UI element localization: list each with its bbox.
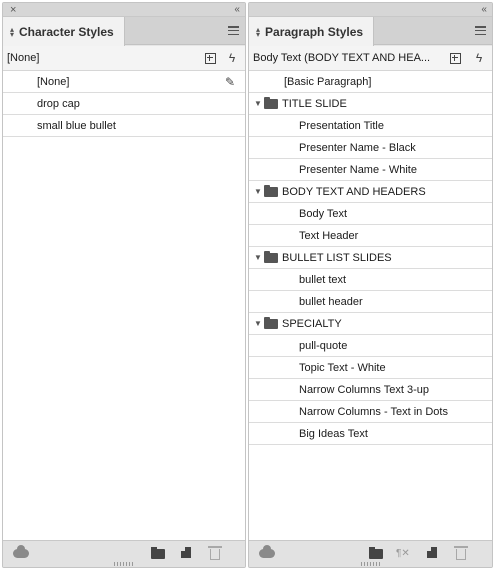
panel-tab-bar: ▴ ▾ Paragraph Styles <box>249 17 492 46</box>
collapse-icon[interactable]: ‹‹ <box>234 3 240 16</box>
tab-paragraph-styles[interactable]: ▴ ▾ Paragraph Styles <box>249 17 375 46</box>
list-item[interactable]: Presentation Title <box>249 115 492 137</box>
character-styles-list: [None] ϟ [None] ✎ drop cap small blue bu… <box>3 46 245 540</box>
character-styles-panel: × ‹‹ ▴ ▾ Character Styles [None] ϟ [None]… <box>2 2 246 568</box>
style-label: bullet text <box>299 273 347 286</box>
group-label: BODY TEXT AND HEADERS <box>282 185 426 198</box>
new-style-icon[interactable] <box>181 547 191 558</box>
list-item[interactable]: Narrow Columns Text 3-up <box>249 379 492 401</box>
current-style-name: [None] <box>7 52 40 64</box>
panel-footer <box>3 540 245 567</box>
delete-icon[interactable] <box>208 546 222 560</box>
panel-menu-icon[interactable] <box>228 26 239 35</box>
list-item[interactable]: [None] ✎ <box>3 71 245 93</box>
list-item[interactable]: Text Header <box>249 225 492 247</box>
tab-label: Paragraph Styles <box>265 24 364 39</box>
chevron-down-icon[interactable]: ▼ <box>254 319 264 328</box>
style-group[interactable]: ▼ BODY TEXT AND HEADERS <box>249 181 492 203</box>
list-item[interactable]: [Basic Paragraph] <box>249 71 492 93</box>
quick-apply-icon[interactable]: ϟ <box>225 51 239 65</box>
list-item[interactable]: pull-quote <box>249 335 492 357</box>
list-item[interactable]: drop cap <box>3 93 245 115</box>
folder-icon <box>264 96 278 109</box>
tab-label: Character Styles <box>19 24 114 39</box>
collapse-icon[interactable]: ‹‹ <box>481 3 487 16</box>
list-item[interactable]: Presenter Name - Black <box>249 137 492 159</box>
style-label: Presenter Name - White <box>299 163 417 176</box>
style-group[interactable]: ▼ TITLE SLIDE <box>249 93 492 115</box>
list-item[interactable]: small blue bullet <box>3 115 245 137</box>
panel-title-bar: × ‹‹ <box>3 3 245 17</box>
style-label: bullet header <box>299 295 363 308</box>
folder-icon <box>264 184 278 197</box>
list-item[interactable]: Big Ideas Text <box>249 423 492 445</box>
style-label: Big Ideas Text <box>299 427 368 440</box>
style-label: small blue bullet <box>37 119 116 132</box>
quick-apply-icon[interactable]: ϟ <box>472 51 486 65</box>
list-item[interactable]: Topic Text - White <box>249 357 492 379</box>
tab-character-styles[interactable]: ▴ ▾ Character Styles <box>3 17 125 46</box>
list-item[interactable]: Presenter Name - White <box>249 159 492 181</box>
style-label: Body Text <box>299 207 348 220</box>
list-item[interactable]: Body Text <box>249 203 492 225</box>
resize-grip[interactable] <box>360 562 381 566</box>
current-style-row: [None] ϟ <box>3 46 245 71</box>
panel-title-bar: ‹‹ <box>249 3 492 17</box>
up-down-arrows-icon: ▴ ▾ <box>10 24 15 39</box>
style-label: [Basic Paragraph] <box>284 75 372 88</box>
up-down-arrows-icon: ▴ ▾ <box>256 24 261 39</box>
group-label: BULLET LIST SLIDES <box>282 251 392 264</box>
style-group[interactable]: ▼ SPECIALTY <box>249 313 492 335</box>
create-style-icon[interactable] <box>448 51 462 65</box>
clear-overrides-icon[interactable]: ¶✕ <box>396 548 410 559</box>
style-label: pull-quote <box>299 339 348 352</box>
panel-menu-icon[interactable] <box>475 26 486 35</box>
folder-icon <box>264 316 278 329</box>
group-label: SPECIALTY <box>282 317 342 330</box>
new-folder-icon[interactable] <box>369 547 383 559</box>
paragraph-styles-list: Body Text (BODY TEXT AND HEA... ϟ [Basic… <box>249 46 492 540</box>
current-style-name: Body Text (BODY TEXT AND HEA... <box>253 52 431 64</box>
folder-icon <box>264 250 278 263</box>
list-item[interactable]: bullet text <box>249 269 492 291</box>
list-item[interactable]: bullet header <box>249 291 492 313</box>
style-label: Topic Text - White <box>299 361 386 374</box>
close-icon[interactable]: × <box>10 3 16 17</box>
style-label: Presentation Title <box>299 119 384 132</box>
paragraph-styles-panel: ‹‹ ▴ ▾ Paragraph Styles Body Text (BODY T… <box>248 2 493 568</box>
style-group[interactable]: ▼ BULLET LIST SLIDES <box>249 247 492 269</box>
style-label: Presenter Name - Black <box>299 141 416 154</box>
style-label: [None] <box>37 75 70 88</box>
no-edit-pencil-icon: ✎ <box>224 75 235 89</box>
style-label: Text Header <box>299 229 359 242</box>
group-label: TITLE SLIDE <box>282 97 347 110</box>
chevron-down-icon[interactable]: ▼ <box>254 99 264 108</box>
panel-tab-bar: ▴ ▾ Character Styles <box>3 17 245 46</box>
style-label: Narrow Columns Text 3-up <box>299 383 430 396</box>
cloud-library-icon[interactable] <box>13 545 29 558</box>
panel-footer: ¶✕ <box>249 540 492 567</box>
create-style-icon[interactable] <box>203 51 217 65</box>
style-label: drop cap <box>37 97 80 110</box>
current-style-row: Body Text (BODY TEXT AND HEA... ϟ <box>249 46 492 71</box>
new-folder-icon[interactable] <box>151 547 165 559</box>
list-item[interactable]: Narrow Columns - Text in Dots <box>249 401 492 423</box>
cloud-library-icon[interactable] <box>259 545 275 558</box>
new-style-icon[interactable] <box>427 547 437 558</box>
chevron-down-icon[interactable]: ▼ <box>254 253 264 262</box>
resize-grip[interactable] <box>114 562 134 566</box>
style-label: Narrow Columns - Text in Dots <box>299 405 448 418</box>
delete-icon[interactable] <box>454 546 468 560</box>
chevron-down-icon[interactable]: ▼ <box>254 187 264 196</box>
